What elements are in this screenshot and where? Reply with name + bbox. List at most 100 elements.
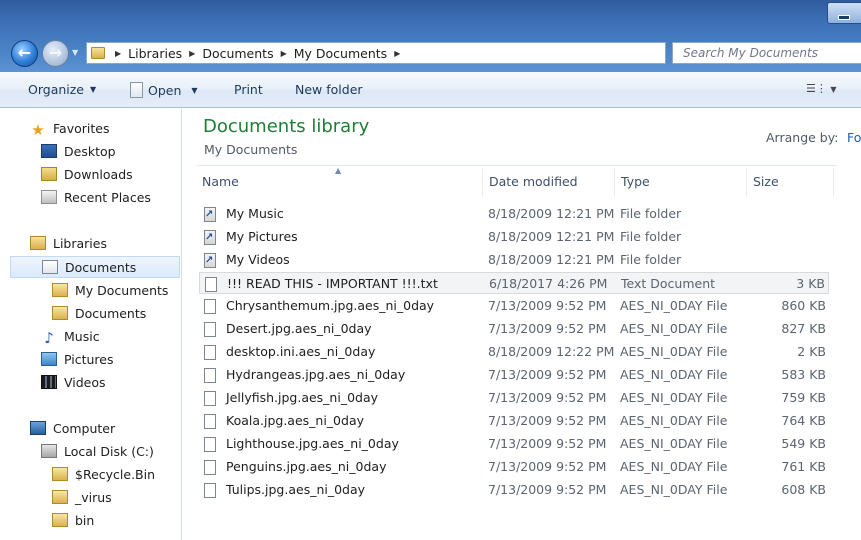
nav-computer[interactable]: Computer xyxy=(30,418,115,440)
nav-label: Libraries xyxy=(53,236,107,251)
file-type: AES_NI_0DAY File xyxy=(620,367,728,382)
file-date: 7/13/2009 9:52 PM xyxy=(488,482,607,497)
chevron-right-icon[interactable]: ▶ xyxy=(392,49,402,58)
file-name: Desert.jpg.aes_ni_0day xyxy=(226,321,372,336)
column-divider[interactable] xyxy=(614,168,615,196)
nav-label: My Documents xyxy=(75,283,169,298)
file-type: File folder xyxy=(620,206,682,221)
nav-label: Downloads xyxy=(64,167,133,182)
folder-icon xyxy=(52,306,68,320)
file-row[interactable]: My Pictures 8/18/2009 12:21 PM File folder xyxy=(199,226,829,249)
file-date: 7/13/2009 9:52 PM xyxy=(488,367,607,382)
nav-label: Recent Places xyxy=(64,190,151,205)
column-header-name[interactable]: Name xyxy=(202,174,239,189)
column-header-date[interactable]: Date modified xyxy=(489,174,578,189)
nav-videos[interactable]: Videos xyxy=(41,372,106,394)
column-divider[interactable] xyxy=(482,168,483,196)
new-folder-button[interactable]: New folder xyxy=(295,82,363,97)
nav-bin[interactable]: bin xyxy=(52,510,94,532)
recent-places-icon xyxy=(41,190,57,204)
file-name: Tulips.jpg.aes_ni_0day xyxy=(226,482,366,497)
search-input[interactable]: Search My Documents xyxy=(672,42,861,64)
organize-button[interactable]: Organize ▼ xyxy=(28,82,96,97)
file-name: Jellyfish.jpg.aes_ni_0day xyxy=(226,390,379,405)
file-row[interactable]: Koala.jpg.aes_ni_0day 7/13/2009 9:52 PM AE… xyxy=(199,410,829,432)
pictures-icon xyxy=(41,352,57,366)
file-row[interactable]: Tulips.jpg.aes_ni_0day 7/13/2009 9:52 PM A… xyxy=(199,479,829,501)
nav-recycle-bin[interactable]: $Recycle.Bin xyxy=(52,464,155,486)
nav-desktop[interactable]: Desktop xyxy=(41,141,116,163)
file-name: Koala.jpg.aes_ni_0day xyxy=(226,413,365,428)
file-row[interactable]: My Videos 8/18/2009 12:21 PM File folder xyxy=(199,249,829,272)
arrange-by-link[interactable]: Fo xyxy=(847,130,861,145)
address-bar[interactable]: ▶ Libraries ▶ Documents ▶ My Documents ▶… xyxy=(86,42,740,64)
column-header-size[interactable]: Size xyxy=(753,174,779,189)
nav-label: Local Disk (C:) xyxy=(64,444,154,459)
chevron-right-icon[interactable]: ▶ xyxy=(187,49,197,58)
file-type: AES_NI_0DAY File xyxy=(620,344,728,359)
file-row[interactable]: Penguins.jpg.aes_ni_0day 7/13/2009 9:52 P… xyxy=(199,456,829,478)
breadcrumb-libraries[interactable]: Libraries xyxy=(123,46,187,61)
breadcrumb-documents[interactable]: Documents xyxy=(197,46,278,61)
file-row[interactable]: My Music 8/18/2009 12:21 PM File folder xyxy=(199,203,829,226)
nav-label: Documents xyxy=(75,306,147,321)
star-icon: ★ xyxy=(31,121,45,139)
nav-label: Desktop xyxy=(64,144,116,159)
nav-libraries[interactable]: Libraries xyxy=(30,233,107,255)
file-row-selected[interactable]: !!! READ THIS - IMPORTANT !!!.txt 6/18/20… xyxy=(199,272,829,294)
file-icon xyxy=(204,345,216,360)
nav-documents[interactable]: Documents xyxy=(10,256,180,278)
forward-button[interactable]: → xyxy=(42,40,69,67)
file-date: 8/18/2009 12:21 PM xyxy=(488,252,615,267)
nav-public-documents[interactable]: Documents xyxy=(52,303,146,325)
nav-recent-places[interactable]: Recent Places xyxy=(41,187,151,209)
back-button[interactable]: ← xyxy=(11,40,38,67)
file-date: 7/13/2009 9:52 PM xyxy=(488,321,607,336)
nav-favorites[interactable]: ★ Favorites xyxy=(30,118,109,140)
chevron-right-icon[interactable]: ▶ xyxy=(113,49,123,58)
breadcrumb-my-documents[interactable]: My Documents xyxy=(289,46,392,61)
column-header-type[interactable]: Type xyxy=(621,174,650,189)
file-row[interactable]: Hydrangeas.jpg.aes_ni_0day 7/13/2009 9:52… xyxy=(199,364,829,386)
nav-my-documents[interactable]: My Documents xyxy=(52,280,168,302)
nav-virus[interactable]: _virus xyxy=(52,487,112,509)
nav-music[interactable]: ♪ Music xyxy=(41,326,99,348)
file-name: Hydrangeas.jpg.aes_ni_0day xyxy=(226,367,406,382)
file-row[interactable]: Desert.jpg.aes_ni_0day 7/13/2009 9:52 PM A… xyxy=(199,318,829,340)
file-row[interactable]: desktop.ini.aes_ni_0day 8/18/2009 12:22 P… xyxy=(199,341,829,363)
file-icon xyxy=(204,391,216,406)
organize-label: Organize xyxy=(28,82,84,97)
file-row[interactable]: Chrysanthemum.jpg.aes_ni_0day 7/13/2009 9… xyxy=(199,295,829,317)
file-icon xyxy=(204,299,216,314)
nav-local-disk[interactable]: Local Disk (C:) xyxy=(41,441,154,463)
column-divider[interactable] xyxy=(746,168,747,196)
chevron-down-icon: ▼ xyxy=(90,85,97,94)
chevron-right-icon[interactable]: ▶ xyxy=(279,49,289,58)
minimize-button[interactable] xyxy=(827,2,861,24)
file-name: Lighthouse.jpg.aes_ni_0day xyxy=(226,436,399,451)
film-strip-icon xyxy=(41,375,57,389)
nav-downloads[interactable]: Downloads xyxy=(41,164,133,186)
downloads-folder-icon xyxy=(41,167,57,181)
folder-icon xyxy=(91,47,105,59)
file-date: 7/13/2009 9:52 PM xyxy=(488,390,607,405)
file-icon xyxy=(204,322,216,337)
file-date: 8/18/2009 12:22 PM xyxy=(488,344,615,359)
computer-icon xyxy=(30,421,46,435)
file-date: 8/18/2009 12:21 PM xyxy=(488,206,615,221)
nav-pictures[interactable]: Pictures xyxy=(41,349,114,371)
file-row[interactable]: Jellyfish.jpg.aes_ni_0day 7/13/2009 9:52 … xyxy=(199,387,829,409)
view-options-button[interactable]: ☰⋮ ▼ xyxy=(806,82,837,95)
file-type: AES_NI_0DAY File xyxy=(620,390,728,405)
chevron-down-icon: ▼ xyxy=(830,85,837,94)
column-divider[interactable] xyxy=(833,168,834,196)
file-size: 860 KB xyxy=(781,298,826,313)
file-row[interactable]: Lighthouse.jpg.aes_ni_0day 7/13/2009 9:52… xyxy=(199,433,829,455)
recent-pages-dropdown[interactable]: ▼ xyxy=(72,48,78,57)
open-button[interactable]: Open ▼ xyxy=(130,82,198,98)
file-date: 7/13/2009 9:52 PM xyxy=(488,436,607,451)
file-name: Chrysanthemum.jpg.aes_ni_0day xyxy=(226,298,435,313)
details-view-icon: ☰⋮ xyxy=(806,82,827,95)
print-button[interactable]: Print xyxy=(234,82,263,97)
file-icon xyxy=(204,368,216,383)
